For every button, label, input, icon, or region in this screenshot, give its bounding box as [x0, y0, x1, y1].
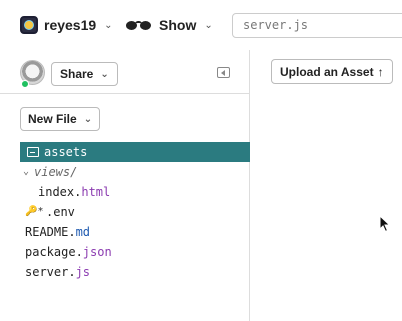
file-item-server-js[interactable]: server.js	[0, 262, 250, 282]
upload-label: Upload an Asset	[280, 64, 374, 79]
chevron-down-icon: ⌄	[204, 19, 213, 31]
upload-asset-button[interactable]: Upload an Asset ↑	[271, 59, 393, 84]
file-item-readme[interactable]: README.md	[0, 222, 250, 242]
new-file-label: New File	[28, 112, 77, 126]
user-row: Share ⌄	[0, 50, 250, 94]
chevron-down-icon: ⌄	[100, 68, 109, 80]
chevron-down-icon: ⌄	[83, 113, 93, 125]
file-name: views/	[34, 165, 78, 179]
file-extension: html	[81, 185, 111, 199]
share-label: Share	[60, 67, 94, 81]
file-extension: json	[82, 245, 112, 259]
file-base: server.	[25, 265, 76, 279]
show-menu[interactable]: Show ⌄	[125, 14, 213, 36]
top-bar: reyes19 ⌄ Show ⌄ server.js	[0, 0, 402, 50]
file-base: README.	[25, 225, 76, 239]
folder-icon	[27, 147, 39, 157]
mouse-cursor-icon	[379, 215, 391, 233]
file-item-views[interactable]: ⌄ views/	[0, 162, 250, 182]
search-input[interactable]: server.js	[232, 13, 402, 38]
chevron-down-icon: ⌄	[23, 166, 30, 177]
key-icon: 🔑*	[25, 206, 44, 217]
share-button[interactable]: Share ⌄	[51, 62, 118, 86]
file-extension: js	[75, 265, 91, 279]
online-status-icon	[21, 80, 29, 88]
file-name: assets	[44, 145, 88, 159]
file-base: index.	[38, 185, 82, 199]
chevron-down-icon: ⌄	[104, 19, 113, 31]
collapse-sidebar-icon[interactable]	[217, 67, 230, 78]
file-base: package.	[25, 245, 83, 259]
sidebar: Share ⌄ New File ⌄ assets ⌄ views/ index…	[0, 50, 250, 321]
project-avatar-icon	[20, 16, 38, 34]
file-item-package-json[interactable]: package.json	[0, 242, 250, 262]
file-item-index-html[interactable]: index.html	[0, 182, 250, 202]
show-label: Show	[159, 17, 197, 33]
file-name: .env	[46, 205, 75, 219]
glasses-icon	[125, 18, 153, 32]
new-file-button[interactable]: New File ⌄	[20, 107, 101, 131]
project-menu[interactable]: reyes19 ⌄	[20, 14, 113, 36]
project-name: reyes19	[44, 17, 97, 33]
file-tree: assets ⌄ views/ index.html 🔑* .env READM…	[0, 142, 250, 282]
arrow-up-icon: ↑	[377, 64, 384, 79]
file-item-env[interactable]: 🔑* .env	[0, 202, 250, 222]
asset-panel: Upload an Asset ↑	[251, 50, 402, 321]
file-item-assets[interactable]: assets	[20, 142, 250, 162]
file-extension: md	[75, 225, 91, 239]
